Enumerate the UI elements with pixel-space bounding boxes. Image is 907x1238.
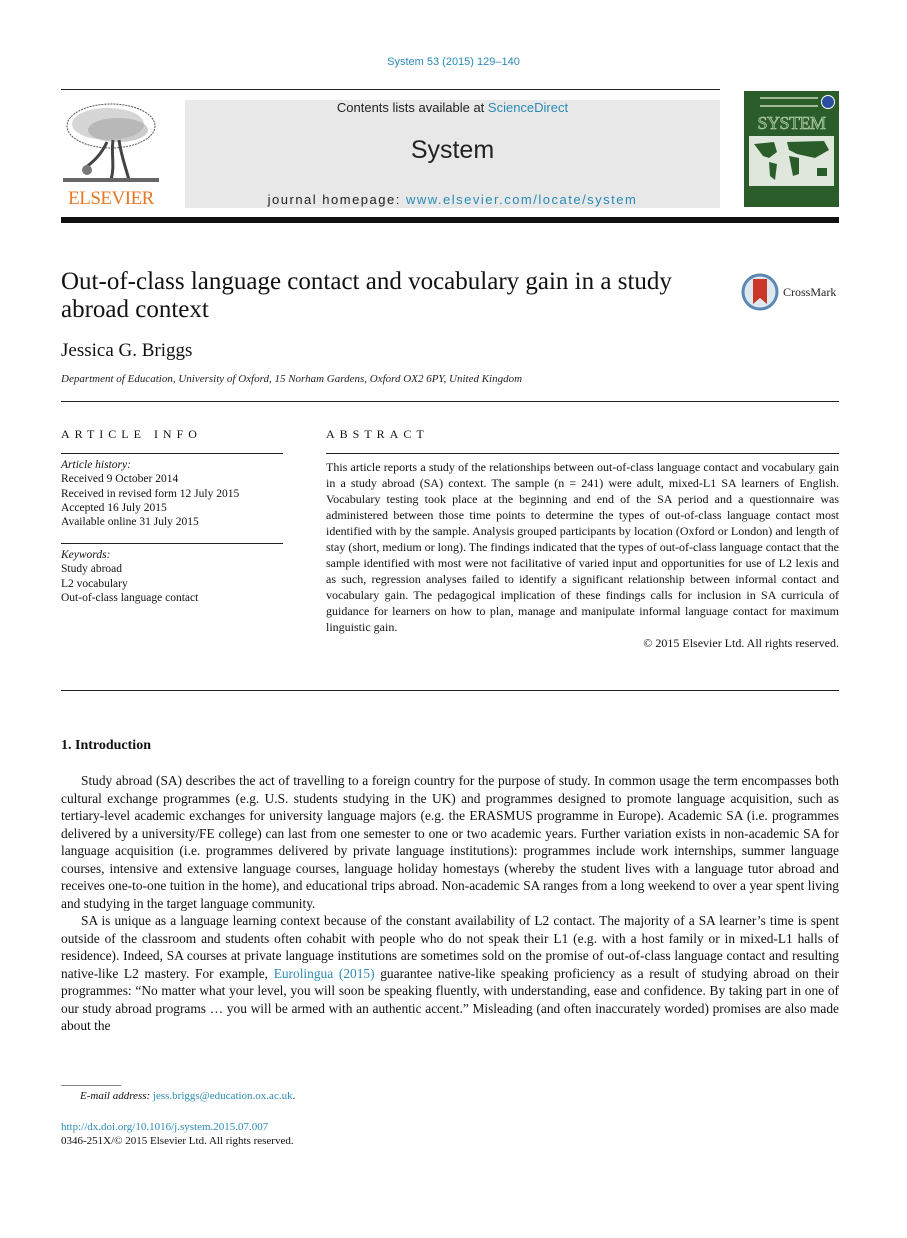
keyword-item: Out-of-class language contact — [61, 591, 199, 604]
crossmark-badge[interactable]: CrossMark — [741, 273, 836, 311]
abstract-heading: ABSTRACT — [326, 427, 429, 441]
keywords-divider — [61, 543, 283, 544]
history-received: Received 9 October 2014 — [61, 473, 179, 486]
footnote-email: E-mail address: jess.briggs@education.ox… — [80, 1090, 295, 1102]
journal-cover-image[interactable]: SYSTEM — [744, 91, 839, 207]
abstract-copyright: © 2015 Elsevier Ltd. All rights reserved… — [643, 636, 839, 650]
email-label: E-mail address: — [80, 1090, 153, 1102]
world-map-icon — [749, 136, 834, 186]
article-info-heading: ARTICLE INFO — [61, 427, 202, 441]
history-accepted: Accepted 16 July 2015 — [61, 501, 167, 514]
body-text: Study abroad (SA) describes the act of t… — [61, 772, 839, 1035]
elsevier-wordmark: ELSEVIER — [68, 188, 154, 209]
history-revised: Received in revised form 12 July 2015 — [61, 487, 240, 500]
cover-title: SYSTEM — [757, 113, 826, 134]
author-affiliation: Department of Education, University of O… — [61, 373, 523, 385]
contents-prefix: Contents lists available at — [336, 100, 488, 115]
affiliation-divider — [61, 401, 839, 402]
doi-link[interactable]: http://dx.doi.org/10.1016/j.system.2015.… — [61, 1121, 268, 1133]
abstract-bottom-divider — [61, 690, 839, 691]
issn-copyright: 0346-251X/© 2015 Elsevier Ltd. All right… — [61, 1135, 294, 1147]
article-info-divider — [61, 453, 283, 454]
keyword-item: L2 vocabulary — [61, 577, 128, 590]
section-heading-introduction: 1. Introduction — [61, 738, 151, 753]
top-rule — [61, 89, 720, 90]
crossmark-label: CrossMark — [783, 284, 837, 299]
author-name: Jessica G. Briggs — [61, 340, 193, 361]
cover-badge-icon — [821, 95, 835, 109]
journal-homepage-link[interactable]: www.elsevier.com/locate/system — [406, 192, 637, 207]
keyword-item: Study abroad — [61, 563, 123, 576]
history-online: Available online 31 July 2015 — [61, 516, 199, 529]
keywords: Keywords: Study abroad L2 vocabulary Out… — [61, 548, 198, 605]
keywords-label: Keywords: — [61, 549, 111, 561]
article-title: Out-of-class language contact and vocabu… — [61, 268, 672, 323]
article-history-label: Article history: — [61, 459, 131, 471]
journal-name: System — [410, 136, 495, 164]
footnote-divider — [61, 1085, 121, 1086]
abstract: This article reports a study of the rela… — [326, 459, 839, 651]
header-divider — [61, 217, 839, 223]
elsevier-logo[interactable]: ELSEVIER — [61, 98, 161, 210]
homepage-prefix: journal homepage: — [267, 192, 406, 207]
journal-citation[interactable]: System 53 (2015) 129–140 — [0, 56, 907, 68]
paragraph: Study abroad (SA) describes the act of t… — [61, 773, 839, 911]
paragraph: SA is unique as a language learning cont… — [61, 912, 839, 1035]
contents-line: Contents lists available at ScienceDirec… — [185, 100, 720, 115]
abstract-text: This article reports a study of the rela… — [326, 460, 839, 634]
sciencedirect-link[interactable]: ScienceDirect — [488, 100, 568, 115]
homepage-line: journal homepage: www.elsevier.com/locat… — [185, 192, 720, 207]
author-email-link[interactable]: jess.briggs@education.ox.ac.uk — [153, 1090, 293, 1102]
journal-masthead: Contents lists available at ScienceDirec… — [185, 100, 720, 208]
email-suffix: . — [292, 1090, 296, 1102]
crossmark-icon — [741, 273, 779, 311]
cover-header-lines — [760, 97, 818, 107]
reference-link-eurolingua[interactable]: Eurolingua (2015) — [274, 966, 375, 981]
elsevier-tree-icon — [63, 100, 159, 184]
abstract-divider — [326, 453, 839, 454]
article-history: Article history: Received 9 October 2014… — [61, 458, 239, 529]
